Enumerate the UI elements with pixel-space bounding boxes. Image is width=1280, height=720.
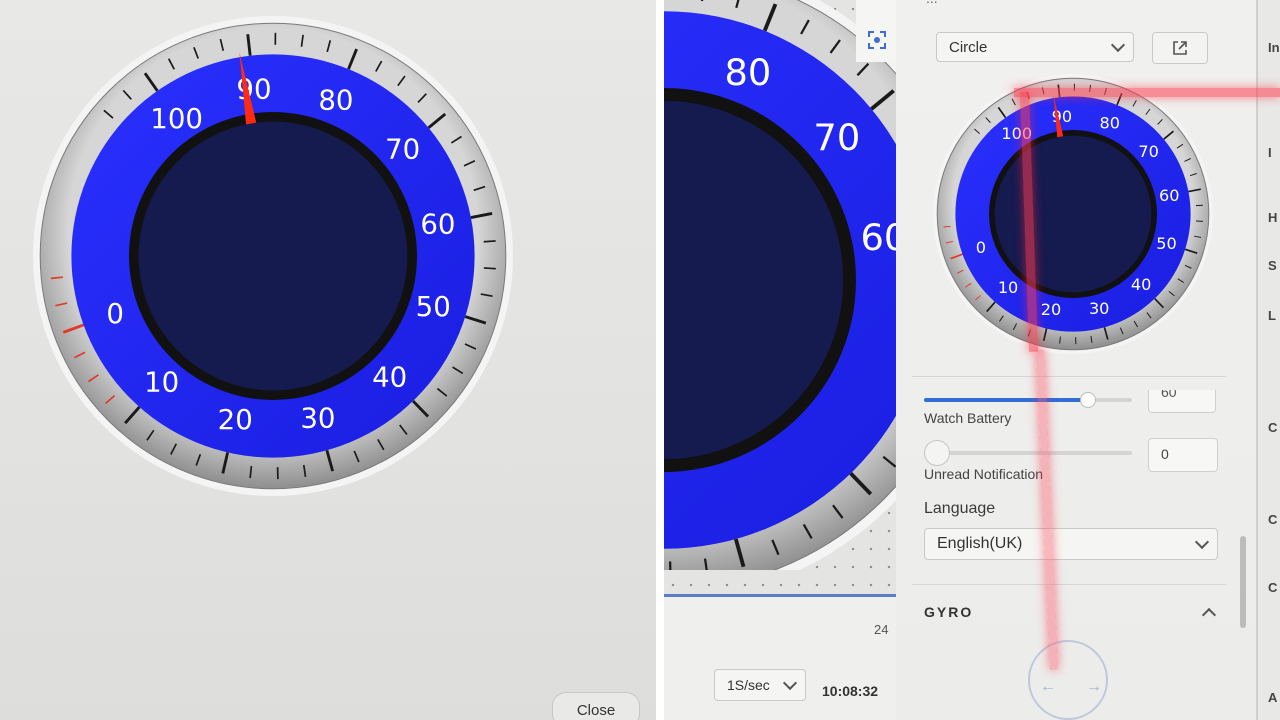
edge-panel: In I H S L C C C A [1256, 0, 1280, 720]
external-link-icon [1173, 41, 1187, 55]
close-button[interactable]: Close [552, 692, 640, 720]
watch-battery-slider-thumb[interactable] [1080, 392, 1096, 408]
toolbar-strip [856, 0, 897, 62]
laser-streak-horizontal [1014, 88, 1280, 97]
edge-label: C [1268, 512, 1278, 527]
speedometer-gauge: 0 10 20 30 40 50 60 70 80 90 100 [33, 16, 513, 496]
gauge-tick-label: 20 [218, 403, 253, 436]
edge-label: L [1268, 308, 1276, 323]
gauge-tick-label: 70 [1138, 142, 1158, 161]
gauge-tick-label: 60 [420, 207, 455, 240]
panel-header-title: ... [926, 0, 938, 6]
gauge-tick-label: 70 [385, 133, 420, 166]
watch-battery-slider[interactable] [924, 392, 1132, 408]
chevron-down-icon [1194, 534, 1210, 550]
gauge-tick-label: 30 [1089, 299, 1109, 318]
chevron-down-icon [782, 675, 798, 691]
edge-label: A [1268, 690, 1278, 705]
watch-battery-label: Watch Battery [924, 410, 1012, 426]
gyro-joystick[interactable]: ← → [1028, 640, 1108, 720]
rate-select-value: 1S/sec [727, 677, 770, 693]
gauge-center-face [138, 121, 408, 391]
unread-notification-value-field[interactable]: 0 [1148, 438, 1218, 472]
gauge-tick-label: 30 [300, 401, 335, 434]
gauge-tick-label: 100 [150, 102, 203, 135]
canvas-footer: 24 1S/sec 10:08:32 [664, 597, 904, 720]
gauge-tick-label: 80 [318, 84, 353, 117]
capture-icon[interactable] [868, 31, 886, 49]
watch-battery-value: 60 [1161, 390, 1177, 400]
watch-battery-slider-fill [924, 398, 1086, 402]
design-canvas-panel: 60708090100 24 1S/sec 10:08:32 [656, 0, 904, 720]
language-select-value: English(UK) [937, 535, 1023, 552]
rate-select[interactable]: 1S/sec [714, 669, 806, 701]
gauge-tick [50, 276, 63, 280]
gauge-tick [483, 240, 496, 243]
gauge-tick-label: 50 [416, 290, 451, 323]
arrow-right-icon: → [1086, 678, 1102, 695]
gauge-tick-label: 80 [1099, 114, 1119, 133]
edge-label: H [1268, 210, 1278, 225]
gauge-tick-label: 0 [976, 238, 986, 257]
gauge-tick-label: 60 [1159, 186, 1179, 205]
edge-label: I [1268, 145, 1272, 160]
open-external-button[interactable] [1152, 32, 1208, 64]
edge-label: C [1268, 580, 1278, 595]
properties-panel: ... Circle 0102030405060708090100 60 Wat… [896, 0, 1256, 720]
edge-label: S [1268, 258, 1277, 273]
edge-label: In [1268, 40, 1280, 55]
canvas-speedometer-gauge[interactable]: 60708090100 [664, 0, 904, 570]
gyro-section-header[interactable]: GYRO [924, 600, 1224, 626]
gauge-tick-label: 40 [1131, 275, 1151, 294]
gauge-tick-label: 10 [144, 365, 179, 398]
gauge-tick-label: 40 [372, 360, 407, 393]
gauge-center-face [994, 135, 1152, 293]
gauge-preview-panel: 0 10 20 30 40 50 60 70 80 90 100 Close [0, 0, 656, 720]
watch-battery-value-field[interactable]: 60 [1148, 390, 1216, 413]
gauge-tick-label: 0 [106, 297, 124, 330]
gauge-tick [943, 225, 951, 228]
gauge-tick-label: 20 [1041, 300, 1061, 319]
section-divider [912, 376, 1226, 377]
chevron-down-icon [1110, 37, 1126, 53]
gauge-tick-label: 50 [1156, 234, 1176, 253]
page-number: 24 [874, 622, 889, 637]
chevron-up-icon [1201, 607, 1217, 623]
language-select[interactable]: English(UK) [924, 528, 1218, 560]
gauge-tick-label: 80 [724, 51, 771, 94]
unread-notification-label: Unread Notification [924, 466, 1044, 482]
gauge-thumbnail: 01020 30405060708090100 [933, 74, 1213, 354]
gauge-tick-label: 90 [1052, 107, 1072, 126]
gauge-tick-label: 70 [813, 116, 860, 159]
shape-select[interactable]: Circle [936, 32, 1134, 62]
gauge-tick [483, 267, 496, 270]
unread-notification-slider[interactable] [924, 440, 1132, 466]
language-label: Language [924, 500, 996, 517]
design-canvas[interactable]: 60708090100 [664, 0, 904, 600]
panel-scrollbar[interactable] [1240, 536, 1246, 628]
edge-label: C [1268, 420, 1278, 435]
unread-notification-value: 0 [1161, 446, 1169, 462]
gauge-tick-label: 10 [998, 278, 1018, 297]
arrow-left-icon: ← [1040, 678, 1056, 695]
gauge-tick-label: 90 [236, 73, 271, 106]
clock-time: 10:08:32 [822, 683, 879, 699]
section-divider [912, 584, 1226, 585]
close-button-label: Close [576, 701, 616, 719]
unread-notification-slider-thumb[interactable] [924, 440, 950, 466]
shape-select-value: Circle [949, 38, 988, 56]
gyro-label: GYRO [924, 604, 974, 620]
